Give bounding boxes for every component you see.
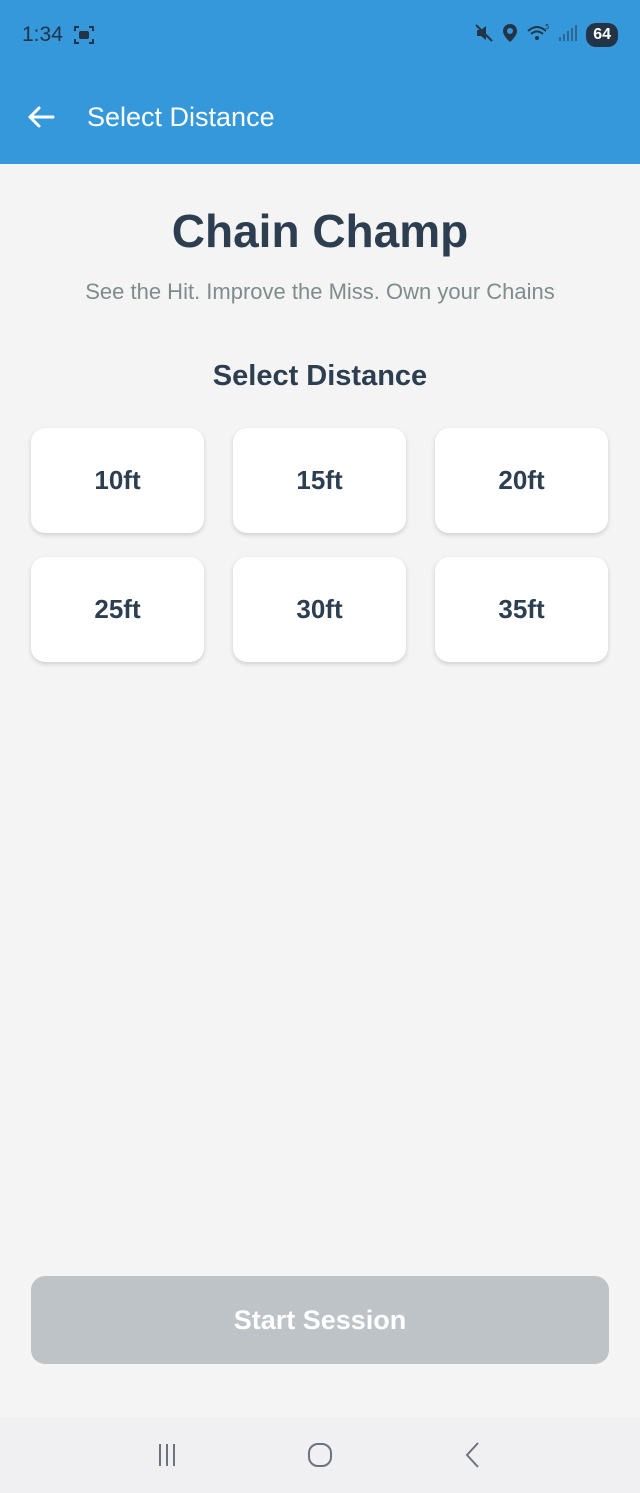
recent-apps-button[interactable] [147,1435,187,1475]
tagline: See the Hit. Improve the Miss. Own your … [85,279,555,304]
back-icon [465,1442,480,1468]
distance-button-30ft[interactable]: 30ft [233,557,406,662]
system-nav-bar [0,1417,640,1493]
screen: 1:34 5 64 Select Distance Chain Champ Se… [0,0,640,1493]
location-icon [502,23,518,48]
status-icons: 5 64 [474,23,618,48]
home-icon [307,1443,332,1467]
status-bar: 1:34 5 64 [0,0,640,70]
battery-indicator: 64 [586,23,618,47]
svg-text:5: 5 [545,23,549,31]
system-back-button[interactable] [453,1435,493,1475]
home-button[interactable] [300,1435,340,1475]
start-session-button[interactable]: Start Session [31,1276,609,1364]
distance-button-35ft[interactable]: 35ft [435,557,608,662]
app-bar: Select Distance [0,70,640,164]
distance-button-25ft[interactable]: 25ft [31,557,204,662]
distance-button-15ft[interactable]: 15ft [233,428,406,533]
distance-button-20ft[interactable]: 20ft [435,428,608,533]
arrow-left-icon [28,106,55,128]
status-time: 1:34 [22,23,63,46]
section-title: Select Distance [212,360,428,392]
signal-icon [558,23,578,48]
screen-record-icon [73,25,95,45]
distance-button-10ft[interactable]: 10ft [31,428,204,533]
mute-icon [474,23,494,48]
back-button[interactable] [24,100,58,134]
distance-grid: 10ft 15ft 20ft 25ft 30ft 35ft [31,428,608,662]
recent-apps-icon [158,1444,175,1466]
app-bar-title: Select Distance [87,101,275,132]
wifi-icon: 5 [526,23,550,48]
brand-title: Chain Champ [171,205,469,257]
